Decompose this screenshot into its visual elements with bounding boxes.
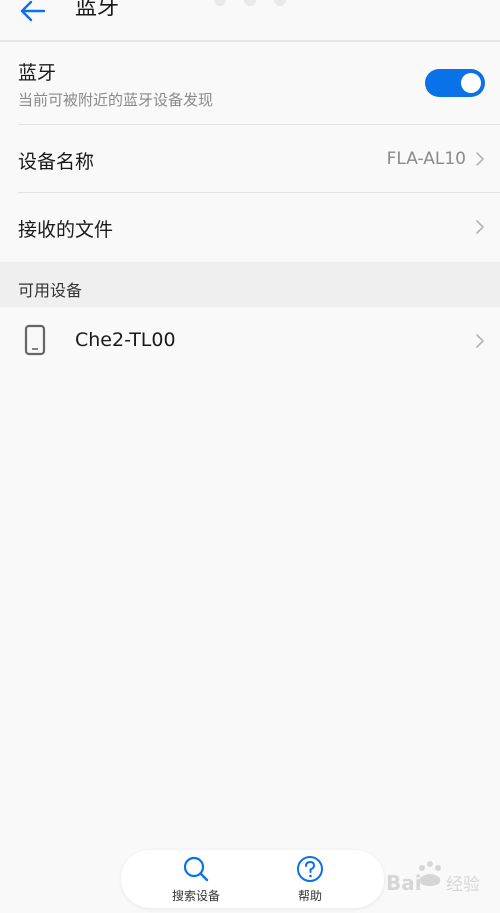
phone-icon — [24, 324, 46, 356]
received-files-row[interactable]: 接收的文件 — [0, 193, 500, 262]
search-devices-button[interactable]: 搜索设备 — [146, 850, 246, 908]
watermark-logo: Bai 经验 — [386, 861, 480, 895]
bottom-action-bar: 搜索设备 帮助 — [121, 850, 384, 908]
chevron-right-icon — [476, 152, 484, 166]
back-button[interactable] — [16, 0, 52, 30]
bluetooth-visibility-text: 当前可被附近的蓝牙设备发现 — [18, 91, 214, 109]
help-icon — [297, 856, 323, 882]
device-name: Che2-TL00 — [75, 329, 176, 351]
device-name-row[interactable]: 设备名称 FLA-AL10 — [0, 125, 500, 192]
help-label: 帮助 — [297, 889, 322, 903]
svg-text:Bai: Bai — [386, 871, 422, 895]
chevron-right-icon — [476, 334, 484, 348]
toggle-knob — [461, 73, 481, 93]
status-dot — [244, 0, 256, 6]
status-dot — [214, 0, 226, 6]
bluetooth-label: 蓝牙 — [18, 62, 57, 84]
page-title: 蓝牙 — [75, 0, 120, 20]
device-name-label: 设备名称 — [18, 151, 95, 173]
chevron-right-icon — [476, 220, 484, 234]
search-icon — [183, 856, 209, 882]
help-button[interactable]: 帮助 — [260, 850, 360, 908]
app-header: 蓝牙 — [0, 0, 500, 42]
device-list-item[interactable]: Che2-TL00 — [0, 307, 500, 375]
search-devices-label: 搜索设备 — [171, 889, 220, 903]
received-files-label: 接收的文件 — [18, 219, 114, 241]
svg-text:经验: 经验 — [446, 875, 480, 895]
section-title: 可用设备 — [18, 281, 83, 300]
available-devices-header: 可用设备 — [0, 262, 500, 307]
device-name-value: FLA-AL10 — [386, 149, 466, 169]
bluetooth-settings-page: 蓝牙 蓝牙 当前可被附近的蓝牙设备发现 设备名称 FLA-AL10 接收的文件 … — [0, 0, 500, 913]
status-dot — [274, 0, 286, 6]
bluetooth-toggle-switch[interactable] — [425, 69, 485, 97]
back-arrow-icon — [20, 0, 46, 22]
